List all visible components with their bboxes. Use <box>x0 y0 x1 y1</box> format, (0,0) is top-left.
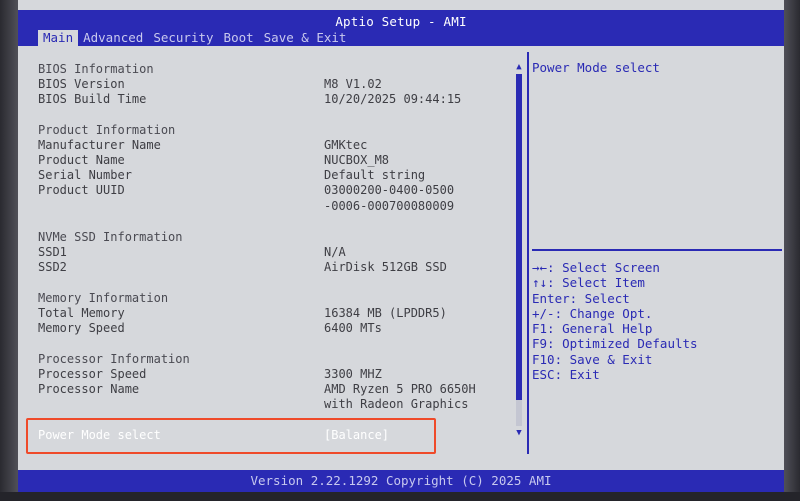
tab-advanced[interactable]: Advanced <box>78 30 148 46</box>
bios-version-label: BIOS Version <box>38 77 125 91</box>
processor-name-value-line2: with Radeon Graphics <box>324 397 469 411</box>
tab-save-exit[interactable]: Save & Exit <box>259 30 352 46</box>
serial-number-label: Serial Number <box>38 168 132 182</box>
scroll-up-arrow-icon[interactable]: ▲ <box>514 62 524 72</box>
main-scrollbar[interactable]: ▲ ▼ <box>514 62 524 440</box>
product-uuid-value-line1: 03000200-0400-0500 <box>324 183 455 197</box>
scroll-down-arrow-icon[interactable]: ▼ <box>514 428 524 438</box>
memory-info-heading: Memory Information <box>38 291 169 305</box>
processor-speed-value: 3300 MHZ <box>324 367 382 381</box>
app-title: Aptio Setup - AMI <box>335 14 467 29</box>
key-general-help: F1: General Help <box>532 321 653 337</box>
panel-divider <box>527 52 529 454</box>
main-panel: BIOS Information BIOS Version M8 V1.02 B… <box>26 52 532 454</box>
tab-boot[interactable]: Boot <box>219 30 259 46</box>
power-mode-highlight-box <box>26 418 436 454</box>
product-info-heading: Product Information <box>38 123 176 137</box>
key-save-exit: F10: Save & Exit <box>532 351 653 367</box>
bios-build-label: BIOS Build Time <box>38 92 147 106</box>
key-select-item: ↑↓: Select Item <box>532 275 645 291</box>
tab-security[interactable]: Security <box>148 30 218 46</box>
manufacturer-value: GMKtec <box>324 138 368 152</box>
total-memory-value: 16384 MB (LPDDR5) <box>324 306 447 320</box>
product-uuid-value-line2: -0006-000700080009 <box>324 199 455 213</box>
key-enter-select: Enter: Select <box>532 290 630 306</box>
product-name-label: Product Name <box>38 153 125 167</box>
memory-speed-value: 6400 MTs <box>324 321 382 335</box>
ssd2-value: AirDisk 512GB SSD <box>324 260 447 274</box>
memory-speed-label: Memory Speed <box>38 321 125 335</box>
key-select-screen: →←: Select Screen <box>532 260 660 275</box>
processor-name-label: Processor Name <box>38 382 140 396</box>
ssd2-label: SSD2 <box>38 260 67 274</box>
key-legend: →←: Select Screen ↑↓: Select Item Enter:… <box>532 260 698 382</box>
manufacturer-label: Manufacturer Name <box>38 138 161 152</box>
help-description: Power Mode select <box>532 60 660 75</box>
nvme-info-heading: NVMe SSD Information <box>38 230 183 244</box>
monitor-bezel-right <box>784 0 800 501</box>
scroll-thumb[interactable] <box>516 74 522 400</box>
tab-main[interactable]: Main <box>38 30 79 46</box>
key-change-opt: +/-: Change Opt. <box>532 305 653 321</box>
key-optimized-defaults: F9: Optimized Defaults <box>532 336 698 352</box>
serial-number-value: Default string <box>324 168 426 182</box>
product-name-value: NUCBOX_M8 <box>324 153 390 167</box>
title-bar: Aptio Setup - AMI Main Advanced Security… <box>18 10 784 46</box>
version-copyright: Version 2.22.1292 Copyright (C) 2025 AMI <box>250 473 552 488</box>
scroll-track[interactable] <box>516 74 522 426</box>
processor-name-value-line1: AMD Ryzen 5 PRO 6650H <box>324 382 476 396</box>
monitor-bezel-left <box>0 0 18 501</box>
tab-bar: Main Advanced Security Boot Save & Exit <box>38 30 351 46</box>
bios-version-value: M8 V1.02 <box>324 77 382 91</box>
processor-speed-label: Processor Speed <box>38 367 147 381</box>
bios-info-heading: BIOS Information <box>38 62 154 76</box>
total-memory-label: Total Memory <box>38 306 125 320</box>
key-esc-exit: ESC: Exit <box>532 367 600 383</box>
help-panel: Power Mode select →←: Select Screen ↑↓: … <box>532 52 782 454</box>
processor-info-heading: Processor Information <box>38 352 190 366</box>
bios-build-value: 10/20/2025 09:44:15 <box>324 92 462 106</box>
ssd1-label: SSD1 <box>38 245 67 259</box>
help-divider <box>532 249 782 251</box>
ssd1-value: N/A <box>324 245 346 259</box>
bios-screen: Aptio Setup - AMI Main Advanced Security… <box>0 0 800 501</box>
monitor-bezel-bottom <box>0 492 800 501</box>
product-uuid-label: Product UUID <box>38 183 125 197</box>
footer-bar: Version 2.22.1292 Copyright (C) 2025 AMI <box>18 470 784 492</box>
